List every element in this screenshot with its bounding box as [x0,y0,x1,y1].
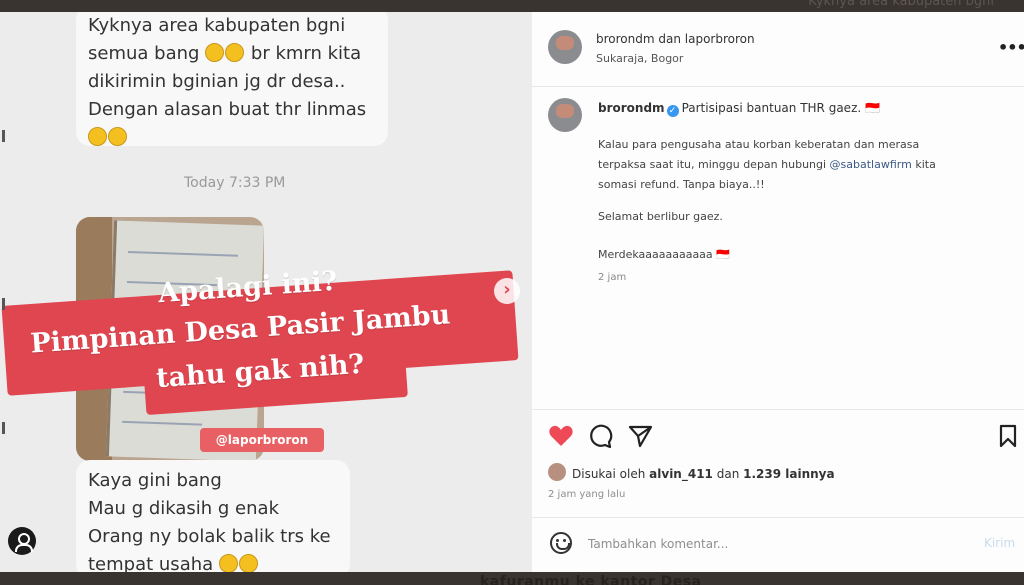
caption-first-line: Partisipasi bantuan THR gaez. 🇮🇩 [681,101,880,115]
comment-icon[interactable] [588,424,614,448]
sad-face-emoji-icon [238,554,258,572]
caption-line: somasi refund. Tanpa biaya..!! [598,178,765,191]
chat-bubble-incoming-2: Kaya gini bang Mau g dikasih g enak Oran… [76,460,350,572]
emoji-picker-icon[interactable] [550,532,572,554]
photo-document [105,220,264,461]
share-icon[interactable] [628,424,654,448]
caption-paragraph-1: Kalau para pengusaha atau korban keberat… [598,135,936,195]
caption-time: 2 jam [598,272,627,283]
post-location[interactable]: Sukaraja, Bogor [596,52,683,65]
chat-timestamp: Today 7:33 PM [184,175,286,191]
more-options-icon[interactable]: ••• [998,38,1024,57]
caption-line: terpaksa saat itu, minggu depan hubungi [598,158,830,171]
chat-photo-attachment[interactable] [76,217,264,461]
edge-mark [2,298,5,310]
chat-line: Orang ny bolak balik trs ke [88,526,331,547]
chat-line: semua bang [88,43,200,64]
likes-summary: Disukai oleh alvin_411 dan 1.239 lainnya [572,467,835,481]
instagram-post-panel: brorondm dan laporbroron Sukaraja, Bogor… [532,12,1024,572]
caption-username[interactable]: brorondm [598,101,665,115]
mention-link[interactable]: @sabatlawfirm [830,158,912,171]
chat-line: Mau g dikasih g enak [88,498,279,519]
sad-face-emoji-icon [218,554,238,572]
profile-icon[interactable] [8,527,36,555]
liker-avatar[interactable] [548,463,566,481]
edge-mark [2,130,5,142]
caption-line: kita [911,158,936,171]
chat-line: tempat usaha [88,554,214,572]
liker-username[interactable]: alvin_411 [649,467,713,481]
chat-line: dikirimin bginian jg dr desa.. [88,71,346,92]
comment-divider [532,517,1024,518]
post-comment-button[interactable]: Kirim [984,536,1015,550]
chat-line: br kmrn kita [250,43,362,64]
background-top-text: Kyknya area kabupaten bgni [808,0,994,9]
post-authors[interactable]: brorondm dan laporbroron [596,32,755,46]
header-divider [532,86,1024,87]
caption-paragraph-3: Merdekaaaaaaaaaaa 🇮🇩 [598,248,730,261]
save-bookmark-icon[interactable] [998,424,1018,448]
watermark-label: @laporbroron [200,428,324,452]
caption-line: Kalau para pengusaha atau korban keberat… [598,138,920,151]
caption-paragraph-2: Selamat berlibur gaez. [598,210,723,223]
crying-emoji-icon [88,127,107,146]
crying-emoji-icon [108,127,127,146]
chat-line: Dengan alasan buat thr linmas [88,99,367,120]
verified-badge-icon: ✓ [666,105,679,117]
background-top-strip: Kyknya area kabupaten bgni [0,0,1024,12]
comment-input[interactable] [588,534,968,554]
likes-middle: dan [712,467,744,481]
chat-line: Kaya gini bang [88,470,222,491]
caption-header: brorondm ✓ Partisipasi bantuan THR gaez. 🇮… [598,101,880,117]
chat-bubble-incoming-1: Kyknya area kabupaten bgni semua bang br… [76,12,388,146]
edge-mark [2,422,5,434]
sad-face-emoji-icon [225,43,245,62]
caption-avatar[interactable] [548,98,582,132]
likes-count[interactable]: 1.239 lainnya [743,467,834,481]
chat-screenshot-panel: Kyknya area kabupaten bgni semua bang br… [0,12,532,572]
likes-prefix: Disukai oleh [572,467,650,481]
background-bottom-text: kafuranmu ke kantor Desa [480,574,702,585]
post-time-ago: 2 jam yang lalu [548,489,626,500]
like-heart-icon[interactable] [548,424,574,448]
author-avatar[interactable] [548,30,582,64]
actions-divider [532,409,1024,410]
sad-face-emoji-icon [205,43,225,62]
chat-line: Kyknya area kabupaten bgni [88,15,346,36]
background-bottom-strip: kafuranmu ke kantor Desa [0,572,1024,585]
next-slide-button[interactable]: › [494,278,520,304]
